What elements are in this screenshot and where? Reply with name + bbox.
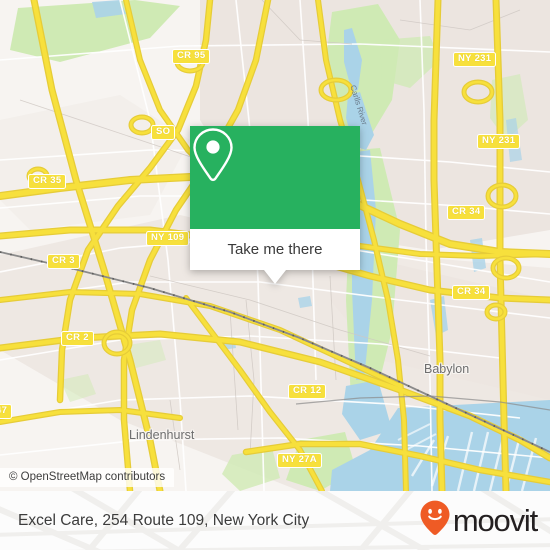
popup-image-header — [190, 126, 360, 229]
road-shield: SO — [151, 125, 176, 140]
moovit-brand[interactable]: moovit — [420, 491, 538, 550]
map-screenshot: CR 95 NY 231 SO NY 231 CR 35 CR 34 NY 109 CR 3 C… — [0, 0, 550, 550]
location-popup[interactable]: Take me there — [190, 126, 360, 284]
popup-action-bar[interactable]: Take me there — [190, 229, 360, 284]
road-shield: CR 2 — [61, 331, 94, 346]
popup-pointer-tail — [264, 270, 286, 284]
road-shield: NY 109 — [146, 231, 190, 246]
moovit-wordmark: moovit — [452, 503, 538, 538]
road-shield: CR 34 — [452, 285, 491, 300]
road-shield: CR 3 — [47, 254, 80, 269]
road-shield: NY 231 — [453, 52, 497, 67]
road-shield: CR 34 — [447, 205, 486, 220]
footer-bar: Excel Care, 254 Route 109, New York City… — [0, 491, 550, 550]
map-attribution[interactable]: © OpenStreetMap contributors — [0, 468, 175, 487]
road-shield: CR 35 — [28, 174, 67, 189]
take-me-there-label: Take me there — [227, 241, 323, 258]
place-label: Lindenhurst — [129, 428, 195, 442]
road-shield: NY 27A — [277, 453, 322, 468]
road-shield: CR 95 — [172, 49, 211, 64]
map-canvas[interactable]: CR 95 NY 231 SO NY 231 CR 35 CR 34 NY 109 CR 3 C… — [0, 0, 550, 491]
place-title: Excel Care, 254 Route 109, New York City — [18, 511, 310, 529]
moovit-smiling-pin-icon — [420, 500, 450, 541]
road-shield: NY 231 — [477, 134, 521, 149]
road-shield: 47 — [0, 404, 13, 419]
road-shield: CR 12 — [288, 384, 327, 399]
place-label: Babylon — [424, 362, 470, 376]
